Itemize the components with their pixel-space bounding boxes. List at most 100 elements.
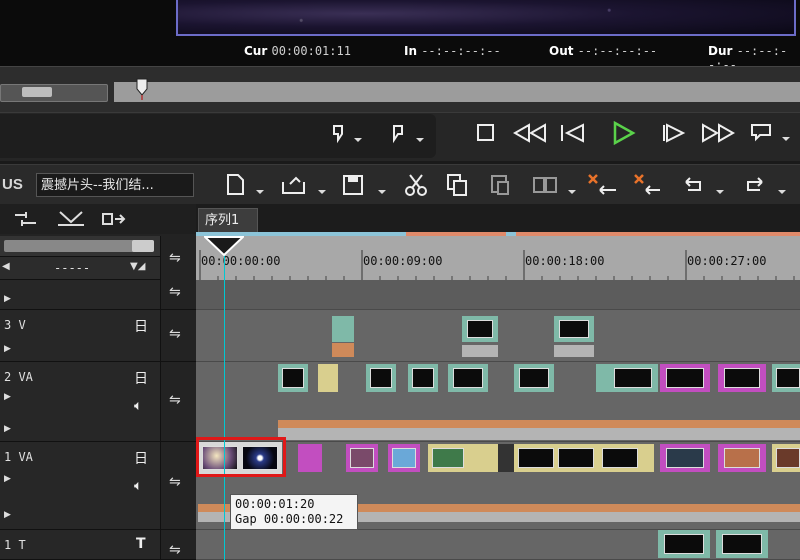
undo-icon [685,177,724,194]
ripple-delete-button[interactable] [586,172,622,198]
clip-thumbnail [370,368,392,388]
clip[interactable] [718,444,766,472]
clip[interactable] [772,364,800,392]
clip[interactable] [718,364,766,392]
clip[interactable] [598,444,654,472]
clip[interactable] [278,364,308,392]
loop-icon [751,124,790,142]
track-lock-icon[interactable]: 日 [134,368,148,388]
track-header-3v[interactable]: 3 V 日 ▶ [0,310,160,362]
play-button[interactable] [608,120,638,146]
set-out-button[interactable] [388,120,432,146]
clip[interactable] [772,444,800,472]
sync-arrows-icon: ⇋ [169,326,181,342]
clip[interactable] [408,364,438,392]
clip[interactable] [514,364,554,392]
track-lock-icon[interactable]: 日 [134,316,148,336]
track-header-1va[interactable]: 1 VA 日 🔈︎ ▶ ▶ [0,442,160,530]
track-header-1t[interactable]: 1 T T [0,530,160,560]
clip[interactable] [428,444,498,472]
clip-thumbnail [664,534,704,554]
fast-forward-button[interactable] [698,120,738,146]
speaker-icon[interactable]: 🔈︎ [134,478,142,494]
group-button[interactable] [530,172,582,198]
track-header-hidden[interactable]: ▶ [0,280,160,310]
clip[interactable] [332,316,354,342]
track-sync-1t[interactable]: ⇋ [160,530,196,560]
zoom-scrollbar-thumb[interactable] [22,87,52,97]
lane-3v[interactable] [196,310,800,362]
lane-hidden[interactable] [196,280,800,310]
clip-audio[interactable] [332,343,354,357]
set-in-button[interactable] [328,120,368,146]
step-back-button[interactable] [556,120,592,146]
sequence-name-field[interactable]: 震撼片头--我们结... [36,173,194,197]
track-sync-top[interactable]: ⇋ [160,236,197,280]
clip[interactable] [298,444,322,472]
step-forward-icon [663,123,686,143]
scrub-bar[interactable] [114,82,800,102]
clip[interactable] [660,444,710,472]
rewind-button[interactable] [510,120,550,146]
playhead-marker[interactable] [204,236,244,256]
clip[interactable] [554,316,594,342]
step-forward-button[interactable] [656,120,692,146]
clip-audio-strip[interactable] [278,428,800,440]
clip[interactable] [660,364,710,392]
track-sync-3v[interactable]: ⇋ [160,310,196,362]
clip[interactable] [462,316,498,342]
clip-audio-strip[interactable] [278,420,800,428]
clip[interactable] [596,364,608,392]
clip[interactable] [388,444,420,472]
delete-button[interactable] [632,172,668,198]
copy-button[interactable] [444,172,472,198]
paste-button[interactable] [488,172,516,198]
clip-audio[interactable] [554,345,594,357]
track-sync-hidden[interactable]: ⇋ [160,280,196,310]
track-tool-2[interactable] [56,208,86,232]
tab-sequence-1[interactable]: 序列1 [198,208,258,232]
clip-thumbnail [467,320,493,338]
stop-button[interactable] [472,120,500,146]
scrub-handle[interactable] [136,78,148,100]
loop-dropdown-button[interactable] [748,120,798,146]
render-status-strip [196,232,800,236]
clip-thumbnail [776,448,800,468]
track-tool-1[interactable] [12,210,40,232]
ripple-delete-icon [588,174,616,195]
track-header-2va[interactable]: 2 VA 日 🔈︎ ▶ ▶ [0,362,160,442]
transport-left-panel [0,114,436,158]
scissors-icon [405,174,427,196]
cur-label: Cur [244,44,268,58]
open-button[interactable] [280,172,330,198]
clip-thumbnail [559,320,589,338]
track-tool-3[interactable] [100,210,128,232]
clip[interactable] [498,444,514,472]
clip[interactable] [346,444,378,472]
clip[interactable] [514,444,598,472]
zoom-scrollbar[interactable] [0,84,108,102]
speaker-icon[interactable]: 🔈︎ [134,398,142,414]
clip-audio[interactable] [462,345,498,357]
track-view-dropdown[interactable]: ◀ ----- ▼◢ [0,257,160,280]
track-lock-icon[interactable]: 日 [134,448,148,468]
playhead-line[interactable] [224,236,225,560]
track-sync-1va[interactable]: ⇋ [160,442,196,530]
redo-button[interactable] [740,172,796,198]
play-icon [613,121,636,145]
title-clip[interactable] [716,530,768,558]
clip[interactable] [608,364,658,392]
clip[interactable] [448,364,488,392]
open-icon [282,176,326,194]
title-clip[interactable] [658,530,710,558]
clip[interactable] [366,364,396,392]
new-button[interactable] [224,172,268,198]
save-icon [343,175,386,195]
step-back-icon [561,123,584,143]
undo-button[interactable] [680,172,732,198]
track-sync-2va[interactable]: ⇋ [160,362,196,442]
save-button[interactable] [340,172,392,198]
track-height-thumb[interactable] [132,240,154,252]
clip[interactable] [318,364,338,392]
cut-button[interactable] [402,172,430,198]
